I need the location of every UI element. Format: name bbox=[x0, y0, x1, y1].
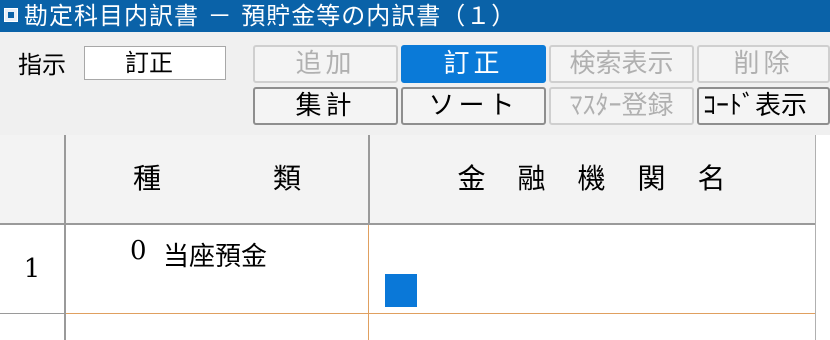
app-icon[interactable] bbox=[4, 8, 18, 22]
master-register-button[interactable]: ﾏｽﾀｰ登録 bbox=[549, 87, 694, 125]
search-display-button[interactable]: 検索表示 bbox=[549, 45, 694, 83]
column-header-bank-name[interactable]: 金 融 機 関 名 bbox=[370, 135, 815, 223]
grid-divider bbox=[64, 135, 66, 340]
cell-cursor[interactable] bbox=[385, 274, 417, 307]
row-number[interactable]: 1 bbox=[0, 225, 64, 313]
row-number-header bbox=[0, 135, 64, 223]
grid-divider bbox=[368, 135, 370, 225]
mode-label: 指示 bbox=[18, 51, 66, 79]
window-title: 勘定科目内訳書 － 預貯金等の内訳書（１） bbox=[24, 2, 517, 30]
vertical-scrollbar[interactable] bbox=[815, 135, 830, 340]
data-grid: 種 類 金 融 機 関 名 bbox=[0, 135, 830, 340]
type-name-cell[interactable]: 当座預金 bbox=[163, 236, 267, 273]
grid-divider bbox=[0, 313, 64, 314]
mode-field[interactable]: 訂正 bbox=[84, 46, 226, 80]
edit-button[interactable]: 訂正 bbox=[401, 45, 546, 83]
grid-divider bbox=[66, 313, 815, 314]
column-header-type[interactable]: 種 類 bbox=[66, 135, 368, 223]
aggregate-button[interactable]: 集計 bbox=[253, 87, 398, 125]
delete-button[interactable]: 削除 bbox=[697, 45, 830, 83]
grid-divider bbox=[368, 225, 369, 340]
header-divider bbox=[0, 223, 815, 225]
title-bar: 勘定科目内訳書 － 預貯金等の内訳書（１） bbox=[0, 0, 830, 32]
sort-button[interactable]: ソート bbox=[401, 87, 546, 125]
add-button[interactable]: 追加 bbox=[253, 45, 398, 83]
code-display-button[interactable]: ｺｰﾄﾞ表示 bbox=[697, 87, 830, 125]
type-code-cell[interactable]: 0 bbox=[130, 236, 147, 266]
